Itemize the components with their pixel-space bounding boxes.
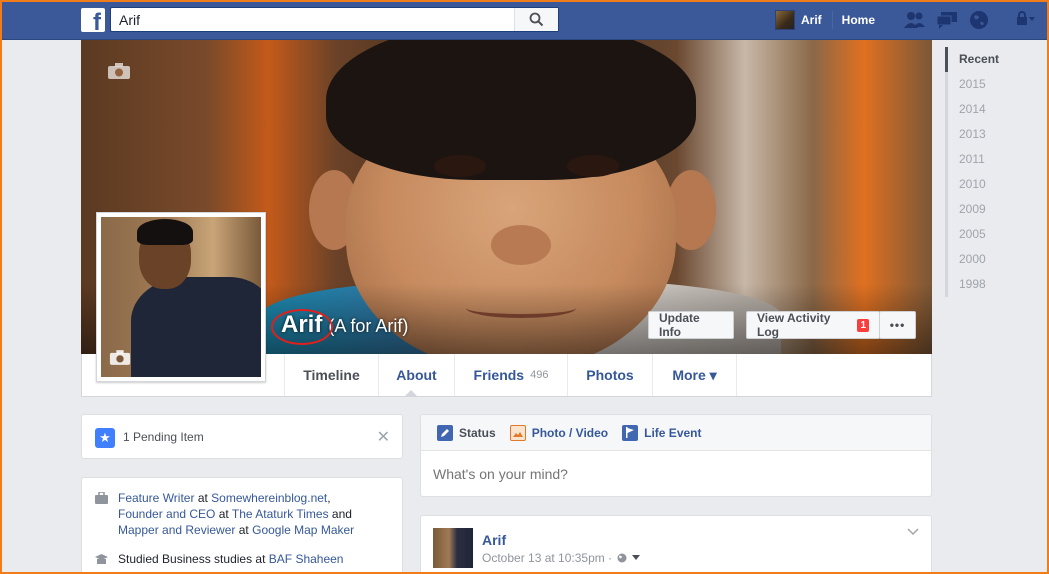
timeline-years: Recent 2015 2014 2013 2011 2010 2009 200… <box>945 47 1025 297</box>
composer-tab-label: Photo / Video <box>531 425 609 440</box>
pending-item-card[interactable]: ★ 1 Pending Item ✕ <box>81 414 403 459</box>
update-info-label: Update Info <box>659 311 700 339</box>
post-author[interactable]: Arif <box>482 532 506 548</box>
profile-hair <box>137 219 193 245</box>
year-link[interactable]: 2000 <box>945 247 1025 272</box>
avatar <box>775 10 795 30</box>
home-link[interactable]: Home <box>842 13 875 27</box>
timeline-post: Arif October 13 at 10:35pm · <box>420 515 932 574</box>
work-place[interactable]: Google Map Maker <box>252 523 354 537</box>
year-link[interactable]: 2015 <box>945 72 1025 97</box>
search-icon <box>529 12 544 27</box>
year-link[interactable]: 2005 <box>945 222 1025 247</box>
privacy-lock-icon[interactable] <box>1014 11 1036 30</box>
chevron-down-icon[interactable] <box>632 555 641 561</box>
post-timestamp[interactable]: October 13 at 10:35pm · <box>482 551 612 565</box>
tab-more[interactable]: More ▾ <box>652 354 737 396</box>
close-icon[interactable]: ✕ <box>377 427 390 447</box>
avatar[interactable] <box>433 528 473 568</box>
notification-icons <box>904 10 990 30</box>
activity-log-label: View Activity Log <box>757 311 831 339</box>
top-user-name: Arif <box>801 13 822 27</box>
year-link[interactable]: 2011 <box>945 147 1025 172</box>
work-place[interactable]: Somewhereinblog.net <box>211 491 327 505</box>
star-icon: ★ <box>95 428 115 448</box>
highlight-circle <box>271 309 333 345</box>
work-role[interactable]: Feature Writer <box>118 491 194 505</box>
pencil-icon <box>437 424 453 441</box>
composer-tab-status[interactable]: Status <box>437 424 496 441</box>
camera-icon[interactable] <box>109 349 131 369</box>
work-role[interactable]: Mapper and Reviewer <box>118 523 235 537</box>
top-user-link[interactable]: Arif Home <box>775 10 875 30</box>
year-link[interactable]: 1998 <box>945 272 1025 297</box>
profile-image <box>101 217 261 377</box>
activity-log-badge: 1 <box>857 318 869 332</box>
briefcase-icon <box>95 492 108 504</box>
education-info: Studied Business studies at BAF Shaheen <box>118 551 388 567</box>
more-options-button[interactable]: ••• <box>879 311 916 339</box>
search-input[interactable] <box>111 8 516 31</box>
composer-tabs: Status Photo / Video Life Event <box>421 415 931 451</box>
notifications-globe-icon[interactable] <box>968 10 990 30</box>
composer-tab-photo-video[interactable]: Photo / Video <box>509 424 609 441</box>
year-link[interactable]: Recent <box>945 47 1025 72</box>
pending-item-text[interactable]: 1 Pending Item <box>123 430 204 444</box>
education-place[interactable]: BAF Shaheen <box>269 552 344 566</box>
education-icon <box>95 554 108 564</box>
top-bar: f Arif Home <box>2 2 1047 40</box>
work-info: Feature Writer at Somewhereinblog.net, F… <box>118 490 388 538</box>
cover-eye <box>567 155 619 177</box>
year-link[interactable]: 2014 <box>945 97 1025 122</box>
work-place[interactable]: The Ataturk Times <box>232 507 329 521</box>
year-link[interactable]: 2009 <box>945 197 1025 222</box>
work-role[interactable]: Founder and CEO <box>118 507 215 521</box>
friends-count: 496 <box>530 369 549 381</box>
composer-tab-life-event[interactable]: Life Event <box>622 424 702 441</box>
profile-body <box>131 277 261 377</box>
view-activity-log-button[interactable]: View Activity Log 1 <box>746 311 880 339</box>
tab-label: About <box>396 367 437 383</box>
work-at: at <box>197 491 208 505</box>
post-composer: Status Photo / Video Life Event <box>420 414 932 497</box>
photo-icon <box>509 424 526 441</box>
year-link[interactable]: 2013 <box>945 122 1025 147</box>
composer-tab-label: Status <box>459 425 496 440</box>
work-at: at <box>218 507 229 521</box>
composer-tab-label: Life Event <box>644 425 702 440</box>
tab-label: Timeline <box>303 367 360 383</box>
profile-picture[interactable] <box>96 212 266 382</box>
tab-photos[interactable]: Photos <box>567 354 652 396</box>
tab-label: More ▾ <box>672 366 717 383</box>
more-options-icon: ••• <box>889 318 906 332</box>
cover-eye <box>434 155 486 177</box>
tab-friends[interactable]: Friends 496 <box>454 354 567 396</box>
post-meta: October 13 at 10:35pm · <box>482 551 641 565</box>
friend-requests-icon[interactable] <box>904 10 926 30</box>
cover-hair <box>326 40 696 180</box>
work-sep: , <box>327 491 331 505</box>
tab-label: Friends <box>473 367 525 383</box>
cover-nose <box>491 225 551 265</box>
intro-card: Feature Writer at Somewhereinblog.net, F… <box>81 477 403 574</box>
chevron-down-icon[interactable] <box>907 528 919 536</box>
active-tab-indicator <box>405 390 417 396</box>
flag-icon <box>622 424 639 441</box>
search-button[interactable] <box>514 8 558 31</box>
year-link[interactable]: 2010 <box>945 172 1025 197</box>
update-info-button[interactable]: Update Info <box>648 311 734 339</box>
globe-icon[interactable] <box>617 553 627 563</box>
tab-label: Photos <box>586 367 634 383</box>
facebook-logo-icon[interactable]: f <box>81 8 105 32</box>
divider <box>831 11 833 29</box>
status-input[interactable] <box>433 464 913 484</box>
search-box <box>110 7 559 32</box>
work-sep: and <box>331 507 352 521</box>
camera-icon[interactable] <box>107 62 131 83</box>
work-at: at <box>238 523 249 537</box>
tab-timeline[interactable]: Timeline <box>284 354 378 396</box>
profile-alternate-name: (A for Arif) <box>328 316 409 336</box>
education-prefix: Studied Business studies at <box>118 552 266 566</box>
messages-icon[interactable] <box>936 10 958 30</box>
